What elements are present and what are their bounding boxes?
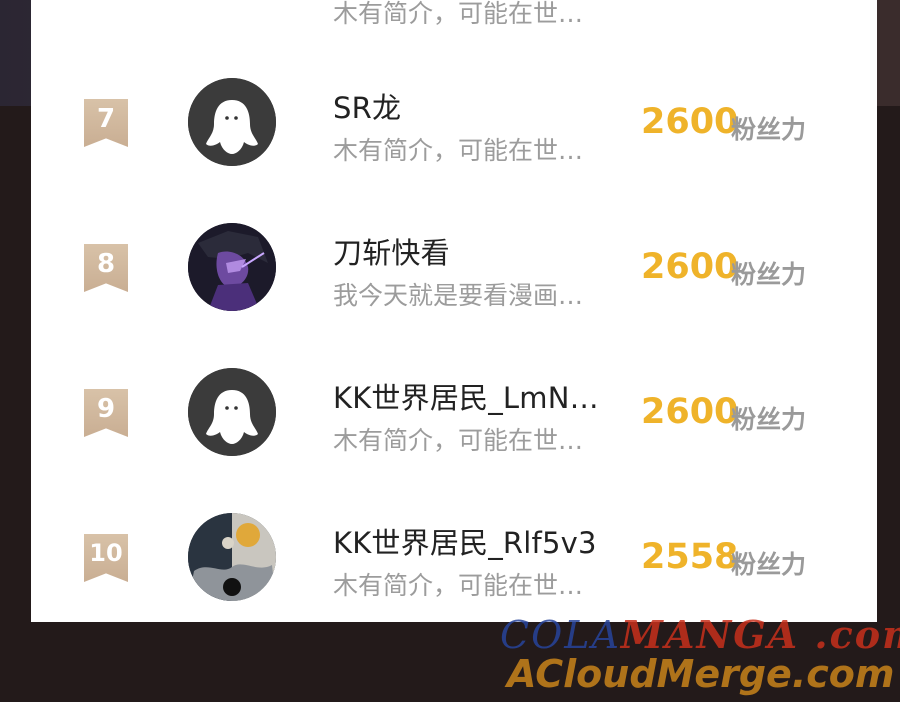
fan-ranking-list[interactable]: 木有简介，可能在世… 7 SR龙 木有简介，可能在世… 2600 粉丝力 8 刀… <box>31 0 877 622</box>
watermark-site: COLAMANGA .com <box>500 612 900 657</box>
fan-score-unit: 粉丝力 <box>731 260 807 289</box>
user-bio: 木有简介，可能在世… <box>333 571 584 600</box>
fan-score: 2600 <box>641 102 739 142</box>
rank-badge: 10 <box>84 534 128 582</box>
fan-score-unit: 粉丝力 <box>731 115 807 144</box>
fan-score: 2600 <box>641 247 739 287</box>
rank-badge: 8 <box>84 244 128 292</box>
avatar[interactable] <box>188 78 276 166</box>
user-name[interactable]: SR龙 <box>333 85 401 127</box>
fan-score-unit: 粉丝力 <box>731 550 807 579</box>
list-item[interactable]: 10 KK世界居民_Rlf5v3 木有简介，可能在世… 2558 粉丝力 <box>31 503 877 622</box>
yin-yang-avatar-icon <box>188 513 276 601</box>
default-avatar-icon <box>188 78 276 166</box>
user-bio: 木有简介，可能在世… <box>333 136 584 165</box>
rank-badge: 7 <box>84 99 128 147</box>
list-item[interactable]: 8 刀斩快看 我今天就是要看漫画… 2600 粉丝力 <box>31 213 877 358</box>
user-name[interactable]: 刀斩快看 <box>333 230 450 272</box>
list-item[interactable]: 9 KK世界居民_LmN… 木有简介，可能在世… 2600 粉丝力 <box>31 358 877 503</box>
avatar[interactable] <box>188 513 276 601</box>
watermark-text-a: COLA <box>500 613 621 657</box>
fan-score: 2558 <box>641 537 739 577</box>
fan-score-unit: 粉丝力 <box>731 405 807 434</box>
list-item[interactable]: 木有简介，可能在世… <box>31 0 877 28</box>
list-item[interactable]: 7 SR龙 木有简介，可能在世… 2600 粉丝力 <box>31 68 877 213</box>
dark-character-avatar-icon <box>188 223 276 311</box>
user-bio: 木有简介，可能在世… <box>333 426 584 455</box>
user-name[interactable]: KK世界居民_Rlf5v3 <box>333 520 597 562</box>
user-name[interactable]: KK世界居民_LmN… <box>333 375 599 417</box>
default-avatar-icon <box>188 368 276 456</box>
user-bio: 我今天就是要看漫画… <box>333 281 584 310</box>
user-bio: 木有简介，可能在世… <box>333 0 584 28</box>
avatar[interactable] <box>188 223 276 311</box>
fan-score: 2600 <box>641 392 739 432</box>
watermark-domain: ACloudMerge.com <box>507 652 895 696</box>
watermark-text-b: MANGA .com <box>620 612 900 657</box>
avatar[interactable] <box>188 368 276 456</box>
rank-badge: 9 <box>84 389 128 437</box>
